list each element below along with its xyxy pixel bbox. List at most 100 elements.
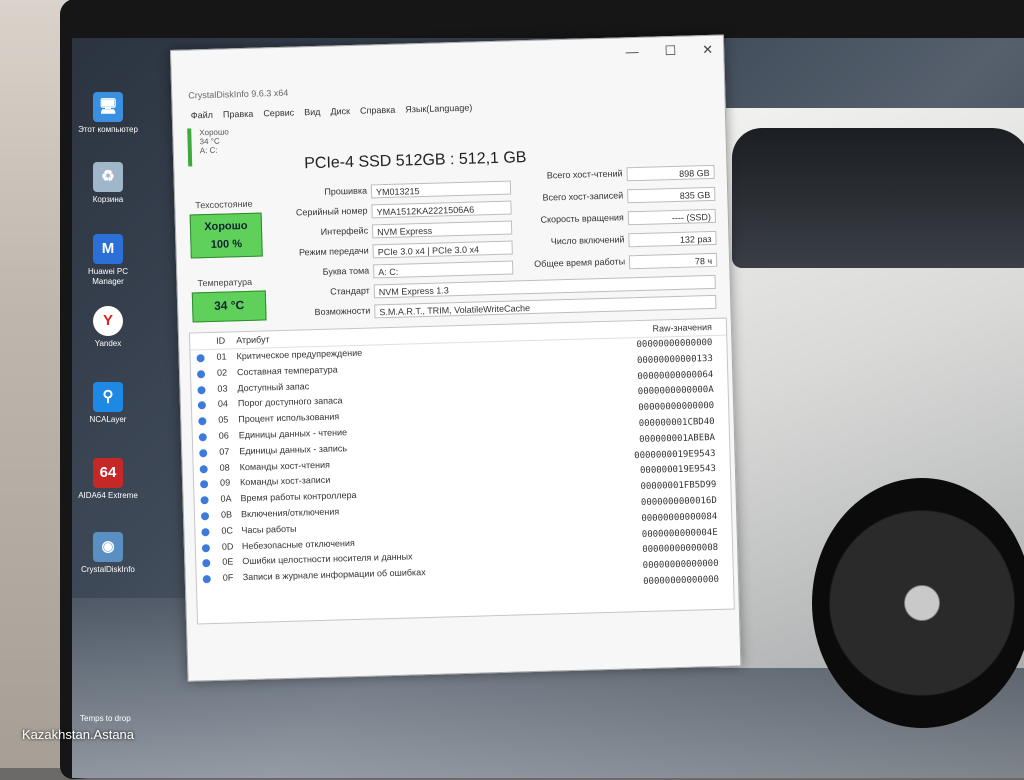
power-on-hours-label: Общее время работы — [534, 256, 626, 269]
desktop-icon-label: Yandex — [94, 339, 122, 348]
attr-raw: 0000000000016D — [640, 495, 717, 508]
attr-id: 0B — [220, 509, 233, 520]
menu-file[interactable]: Файл — [191, 110, 213, 121]
temperature-badge[interactable]: 34 °C — [191, 290, 267, 323]
menu-language[interactable]: Язык(Language) — [405, 103, 472, 115]
menu-bar: Файл Правка Сервис Вид Диск Справка Язык… — [191, 103, 473, 121]
attr-id: 05 — [218, 414, 229, 425]
attr-raw: 0000000000000A — [637, 385, 714, 398]
attr-raw: 00000000000000 — [642, 559, 719, 572]
host-writes-value: 835 GB — [627, 186, 716, 204]
desktop-icon-label: AIDA64 Extreme — [78, 491, 138, 500]
status-dot-icon — [200, 496, 209, 505]
drive-model: PCIe-4 SSD 512GB : 512,1 GB — [303, 149, 527, 173]
attr-name: Часы работы — [241, 523, 297, 535]
attr-raw: 000000019E9543 — [639, 464, 717, 477]
huawei-pc-manager-icon: M — [93, 234, 123, 264]
interface-value: NVM Express — [371, 220, 513, 239]
menu-disk[interactable]: Диск — [330, 106, 350, 117]
drive-letter-value: A: C: — [373, 260, 514, 279]
column-id[interactable]: ID — [216, 336, 225, 346]
desktop-icon-label: Этот компьютер — [78, 125, 138, 134]
features-label: Возможности — [314, 305, 371, 318]
attr-raw: 00000000000084 — [641, 511, 718, 524]
attr-raw: 00000000000000 — [636, 337, 713, 351]
attr-raw: 0000000019E9543 — [634, 448, 716, 461]
health-status: Хорошо — [204, 219, 248, 234]
desktop-icon-ncalayer[interactable]: ⚲ NCALayer — [78, 382, 138, 425]
maximize-button[interactable]: ☐ — [664, 43, 676, 59]
desktop-icon-crystaldiskinfo[interactable]: ◉ CrystalDiskInfo — [78, 532, 138, 575]
menu-help[interactable]: Справка — [360, 105, 396, 116]
drive-letter-label: Буква тома — [322, 265, 370, 277]
host-writes-label: Всего хост-записей — [542, 190, 624, 203]
desktop-icon-recycle-bin[interactable]: ♻ Корзина — [78, 162, 138, 205]
computer-icon: 🖥 — [93, 92, 123, 122]
attr-name: Критическое предупреждение — [236, 347, 363, 362]
minimize-button[interactable]: — — [625, 44, 638, 60]
attr-id: 03 — [217, 383, 228, 394]
status-dot-icon — [202, 559, 211, 568]
attr-name: Команды хост-записи — [239, 475, 331, 488]
status-dot-icon — [198, 417, 207, 426]
attr-raw: 00000000000008 — [642, 543, 719, 556]
host-reads-value: 898 GB — [626, 164, 715, 182]
status-dot-icon — [198, 433, 207, 442]
close-button[interactable]: ✕ — [702, 42, 713, 58]
window-title: CrystalDiskInfo 9.6.3 x64 — [188, 87, 289, 101]
attr-name: Составная температура — [236, 364, 338, 378]
firmware-value: YM013215 — [370, 180, 512, 199]
health-status-badge[interactable]: Хорошо 100 % — [189, 212, 263, 259]
temperature-label: Температура — [197, 276, 253, 289]
recycle-bin-icon: ♻ — [93, 162, 123, 192]
features-value: S.M.A.R.T., TRIM, VolatileWriteCache — [374, 294, 717, 319]
transfer-mode-label: Режим передачи — [298, 245, 369, 258]
smart-attributes-table[interactable]: ID Атрибут Raw-значения 01 Критическое пр… — [188, 317, 735, 625]
wallpaper-car-window — [732, 128, 1024, 268]
attr-name: Доступный запас — [237, 380, 310, 393]
attr-id: 0D — [221, 540, 234, 552]
host-reads-label: Всего хост-чтений — [546, 168, 623, 181]
drive-tab[interactable]: Хорошо 34 °C A: C: — [187, 126, 257, 167]
desktop-icon-huawei-pc-manager[interactable]: M Huawei PC Manager — [78, 234, 138, 287]
attr-id: 0F — [222, 572, 234, 583]
attr-id: 09 — [219, 477, 231, 489]
standard-label: Стандарт — [329, 285, 370, 297]
attr-id: 02 — [216, 367, 228, 378]
crystaldiskinfo-window[interactable]: CrystalDiskInfo 9.6.3 x64 — ☐ ✕ Файл Пра… — [170, 34, 742, 682]
aida64-icon: 64 — [93, 458, 123, 488]
desktop-icon-this-pc[interactable]: 🖥 Этот компьютер — [78, 92, 138, 135]
yandex-icon: Y — [93, 306, 123, 336]
status-dot-icon — [196, 354, 205, 363]
menu-edit[interactable]: Правка — [223, 109, 254, 120]
attr-name: Процент использования — [238, 411, 340, 425]
photo-caption: Kazakhstan.Astana — [22, 727, 135, 742]
attr-raw: 00000001FB5D99 — [640, 480, 717, 493]
firmware-label: Прошивка — [324, 185, 368, 197]
serial-value: YMA1512KA2221506A6 — [371, 200, 512, 219]
interface-label: Интерфейс — [320, 225, 369, 237]
column-attribute[interactable]: Атрибут — [236, 334, 270, 345]
desktop-icon-aida64[interactable]: 64 AIDA64 Extreme — [78, 458, 138, 501]
menu-theme[interactable]: Вид — [304, 107, 321, 117]
health-percent: 100 % — [210, 238, 243, 251]
attr-name: Единицы данных - запись — [239, 442, 348, 457]
column-raw-values[interactable]: Raw-значения — [652, 322, 712, 334]
menu-function[interactable]: Сервис — [263, 108, 294, 119]
crystaldiskinfo-icon: ◉ — [93, 532, 123, 562]
attr-raw: 00000000000000 — [643, 574, 720, 587]
attr-raw: 000000001CBD40 — [638, 416, 715, 430]
transfer-mode-value: PCIe 3.0 x4 | PCIe 3.0 x4 — [372, 240, 513, 259]
attr-id: 01 — [216, 351, 227, 362]
attr-name: Время работы контроллера — [240, 490, 357, 504]
attr-name: Небезопасные отключения — [241, 537, 355, 551]
status-dot-icon — [197, 385, 206, 394]
standard-value: NVM Express 1.3 — [373, 274, 716, 299]
attr-name: Ошибки целостности носителя и данных — [242, 551, 413, 567]
taskbar-notification[interactable]: Temps to drop — [80, 714, 131, 723]
attr-id: 06 — [218, 430, 229, 441]
attr-raw: 000000001ABEBA — [639, 432, 716, 445]
desktop-icon-yandex[interactable]: Y Yandex — [78, 306, 138, 349]
power-on-count-value: 132 раз — [628, 230, 717, 248]
attr-id: 04 — [217, 398, 229, 410]
